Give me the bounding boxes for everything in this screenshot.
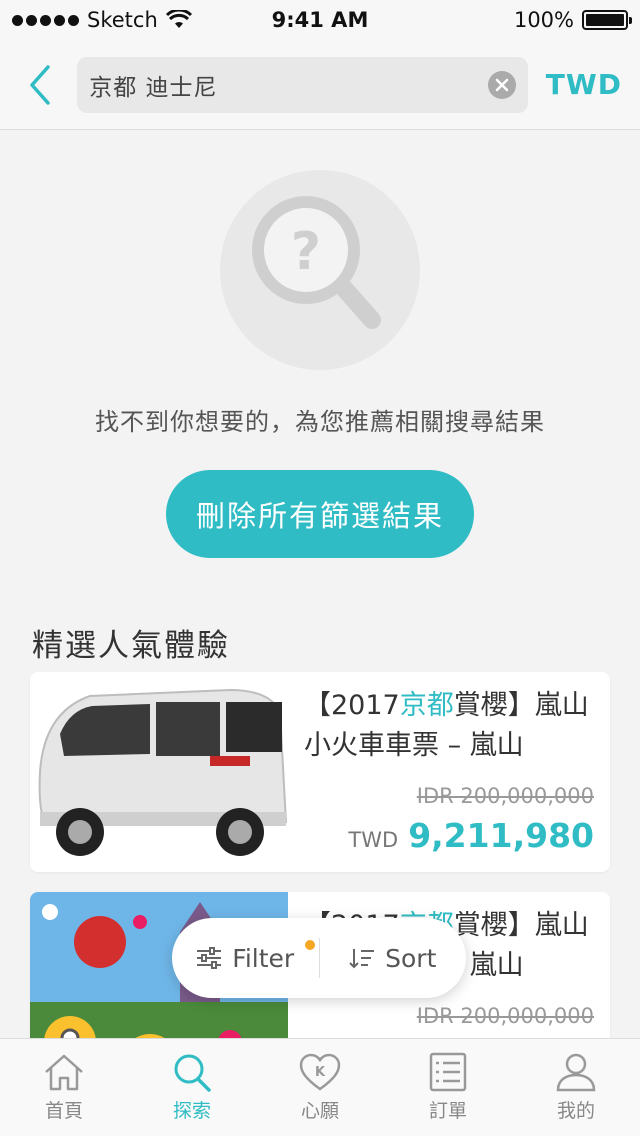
magnifier-question-icon: ? xyxy=(252,196,381,329)
battery-icon xyxy=(582,10,632,30)
svg-text:?: ? xyxy=(291,222,321,282)
filter-active-dot xyxy=(304,940,315,950)
close-icon xyxy=(495,78,509,91)
product-info: 【2017京都賞櫻】嵐山小火車車票 – 嵐山 IDR 200,000,000 T… xyxy=(288,672,610,872)
back-button[interactable] xyxy=(18,55,61,115)
no-results-message: 找不到你想要的，為您推薦相關搜尋結果 xyxy=(95,408,545,436)
user-icon xyxy=(556,1053,596,1092)
currency-button[interactable]: TWD xyxy=(546,68,622,101)
svg-text:K: K xyxy=(315,1065,326,1080)
tab-home[interactable]: 首頁 xyxy=(0,1039,128,1136)
signal-icon xyxy=(12,14,79,26)
tab-wishlist[interactable]: K 心願 xyxy=(256,1039,384,1136)
tab-wishlist-label: 心願 xyxy=(300,1100,339,1122)
tab-bar: 首頁 探索 K 心願 訂單 我的 xyxy=(0,1038,640,1136)
search-icon xyxy=(174,1054,211,1092)
tab-home-label: 首頁 xyxy=(44,1100,83,1122)
product-image-van xyxy=(30,672,288,872)
price-currency: TWD xyxy=(348,828,399,852)
battery-percent: 100% xyxy=(513,8,574,32)
price-row: TWD 9,211,980 xyxy=(348,816,594,855)
tab-profile-label: 我的 xyxy=(556,1100,595,1122)
status-left: Sketch xyxy=(12,8,192,32)
filter-label: Filter xyxy=(232,943,295,973)
clear-filters-button[interactable]: 刪除所有篩選結果 xyxy=(166,470,474,558)
list-icon xyxy=(429,1052,467,1092)
search-header: 京都 迪士尼 TWD xyxy=(0,40,640,130)
no-results-illustration: ? xyxy=(220,170,420,370)
product-card[interactable]: 【2017京都賞櫻】嵐山小火車車票 – 嵐山 IDR 200,000,000 T… xyxy=(30,672,610,872)
tab-profile[interactable]: 我的 xyxy=(512,1039,640,1136)
chevron-left-icon xyxy=(29,64,50,105)
filter-button[interactable]: Filter xyxy=(172,918,319,998)
tab-orders[interactable]: 訂單 xyxy=(384,1039,512,1136)
sliders-icon xyxy=(197,947,222,969)
status-bar: Sketch 9:41 AM 100% xyxy=(0,0,640,40)
sort-icon xyxy=(349,949,375,969)
tab-explore-label: 探索 xyxy=(172,1100,211,1122)
search-query[interactable]: 京都 迪士尼 xyxy=(89,68,488,102)
product-title: 【2017京都賞櫻】嵐山小火車車票 – 嵐山 xyxy=(304,690,589,761)
carrier-label: Sketch xyxy=(87,8,158,32)
original-price: IDR 200,000,000 xyxy=(416,784,594,808)
price-value: 9,211,980 xyxy=(408,816,594,855)
home-icon xyxy=(45,1054,83,1091)
clear-search-button[interactable] xyxy=(487,70,516,99)
tab-orders-label: 訂單 xyxy=(428,1100,467,1122)
section-title: 精選人氣體驗 xyxy=(32,628,230,664)
original-price: IDR 200,000,000 xyxy=(416,1004,594,1028)
sort-button[interactable]: Sort xyxy=(320,918,467,998)
search-input[interactable]: 京都 迪士尼 xyxy=(77,56,528,113)
tab-explore[interactable]: 探索 xyxy=(128,1039,256,1136)
sort-label: Sort xyxy=(385,943,437,973)
filter-sort-bar: Filter Sort xyxy=(172,918,466,998)
heart-k-icon: K xyxy=(299,1053,341,1091)
title-highlight: 京都 xyxy=(399,690,454,721)
status-right: 100% xyxy=(513,8,632,32)
wifi-icon xyxy=(165,10,192,28)
